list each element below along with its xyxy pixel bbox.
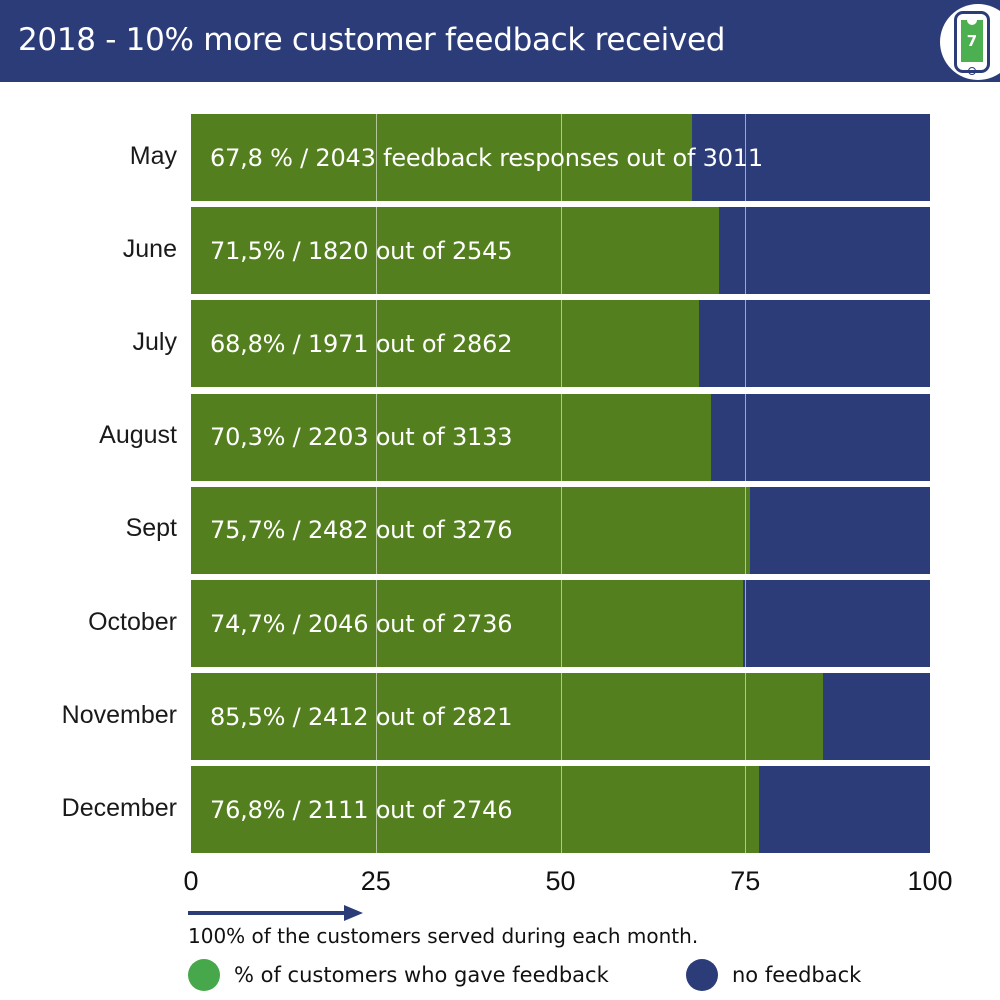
table-row[interactable]: 71,5% / 1820 out of 2545: [191, 207, 930, 295]
table-row[interactable]: 74,7% / 2046 out of 2736: [191, 580, 930, 667]
x-axis-tick-0: 0: [183, 866, 199, 896]
x-axis-tick-75: 75: [730, 866, 761, 896]
legend-label-no-feedback: no feedback: [732, 963, 862, 987]
x-axis-tick-50: 50: [545, 866, 576, 896]
page-title: 2018 - 10% more customer feedback receiv…: [18, 22, 726, 58]
bar-value-label: 85,5% / 2412 out of 2821: [210, 702, 513, 731]
x-axis-tick-100: 100: [907, 866, 953, 896]
mobile-phone-icon: 7: [954, 11, 990, 75]
table-row[interactable]: 68,8% / 1971 out of 2862: [191, 300, 930, 388]
category-label-november: November: [61, 700, 177, 729]
table-row[interactable]: 85,5% / 2412 out of 2821: [191, 673, 930, 761]
bar-segment-no-feedback: [758, 766, 930, 854]
legend-swatch-green: [188, 959, 220, 991]
table-row[interactable]: 67,8 % / 2043 feedback responses out of …: [191, 114, 930, 201]
brand-logo: 7: [940, 4, 1000, 80]
category-label-october: October: [88, 607, 177, 636]
category-label-sept: Sept: [125, 514, 177, 543]
logo-number: 7: [966, 32, 978, 50]
legend-swatch-navy: [686, 959, 718, 991]
bar-segment-no-feedback: [699, 300, 930, 388]
category-label-july: July: [132, 327, 177, 356]
chart-legend: % of customers who gave feedback no feed…: [188, 955, 948, 995]
bar-segment-no-feedback: [743, 580, 930, 667]
legend-item-no-feedback: no feedback: [686, 955, 861, 995]
legend-item-feedback: % of customers who gave feedback: [188, 955, 609, 995]
bar-value-label: 70,3% / 2203 out of 3133: [210, 423, 513, 452]
bar-value-label: 74,7% / 2046 out of 2736: [210, 609, 513, 638]
table-row[interactable]: 70,3% / 2203 out of 3133: [191, 393, 930, 481]
legend-label-feedback: % of customers who gave feedback: [234, 963, 609, 987]
category-label-august: August: [99, 421, 177, 450]
header-banner: 2018 - 10% more customer feedback receiv…: [0, 0, 1000, 82]
category-label-december: December: [61, 793, 177, 822]
bar-segment-no-feedback: [822, 673, 930, 761]
table-row[interactable]: 76,8% / 2111 out of 2746: [191, 766, 930, 854]
bar-value-label: 75,7% / 2482 out of 3276: [210, 516, 513, 545]
bar-value-label: 68,8% / 1971 out of 2862: [210, 329, 513, 358]
table-row[interactable]: 75,7% / 2482 out of 3276: [191, 486, 930, 574]
category-label-may: May: [129, 141, 177, 170]
chart-plot-area: 67,8 % / 2043 feedback responses out of …: [62, 114, 930, 860]
right-arrow-icon: [188, 903, 363, 923]
bar-segment-no-feedback: [750, 486, 930, 574]
chart-page: 2018 - 10% more customer feedback receiv…: [0, 0, 1000, 1000]
bar-value-label: 71,5% / 1820 out of 2545: [210, 236, 513, 265]
bar-segment-no-feedback: [719, 207, 930, 295]
footer-note: 100% of the customers served during each…: [188, 924, 699, 948]
phone-home-button-icon: [968, 67, 976, 75]
jersey-icon: 7: [961, 20, 983, 62]
bar-value-label: 76,8% / 2111 out of 2746: [210, 795, 513, 824]
bar-segment-no-feedback: [710, 393, 930, 481]
x-axis-tick-25: 25: [360, 866, 391, 896]
category-label-june: June: [122, 234, 177, 263]
bar-value-label: 67,8 % / 2043 feedback responses out of …: [210, 143, 763, 172]
